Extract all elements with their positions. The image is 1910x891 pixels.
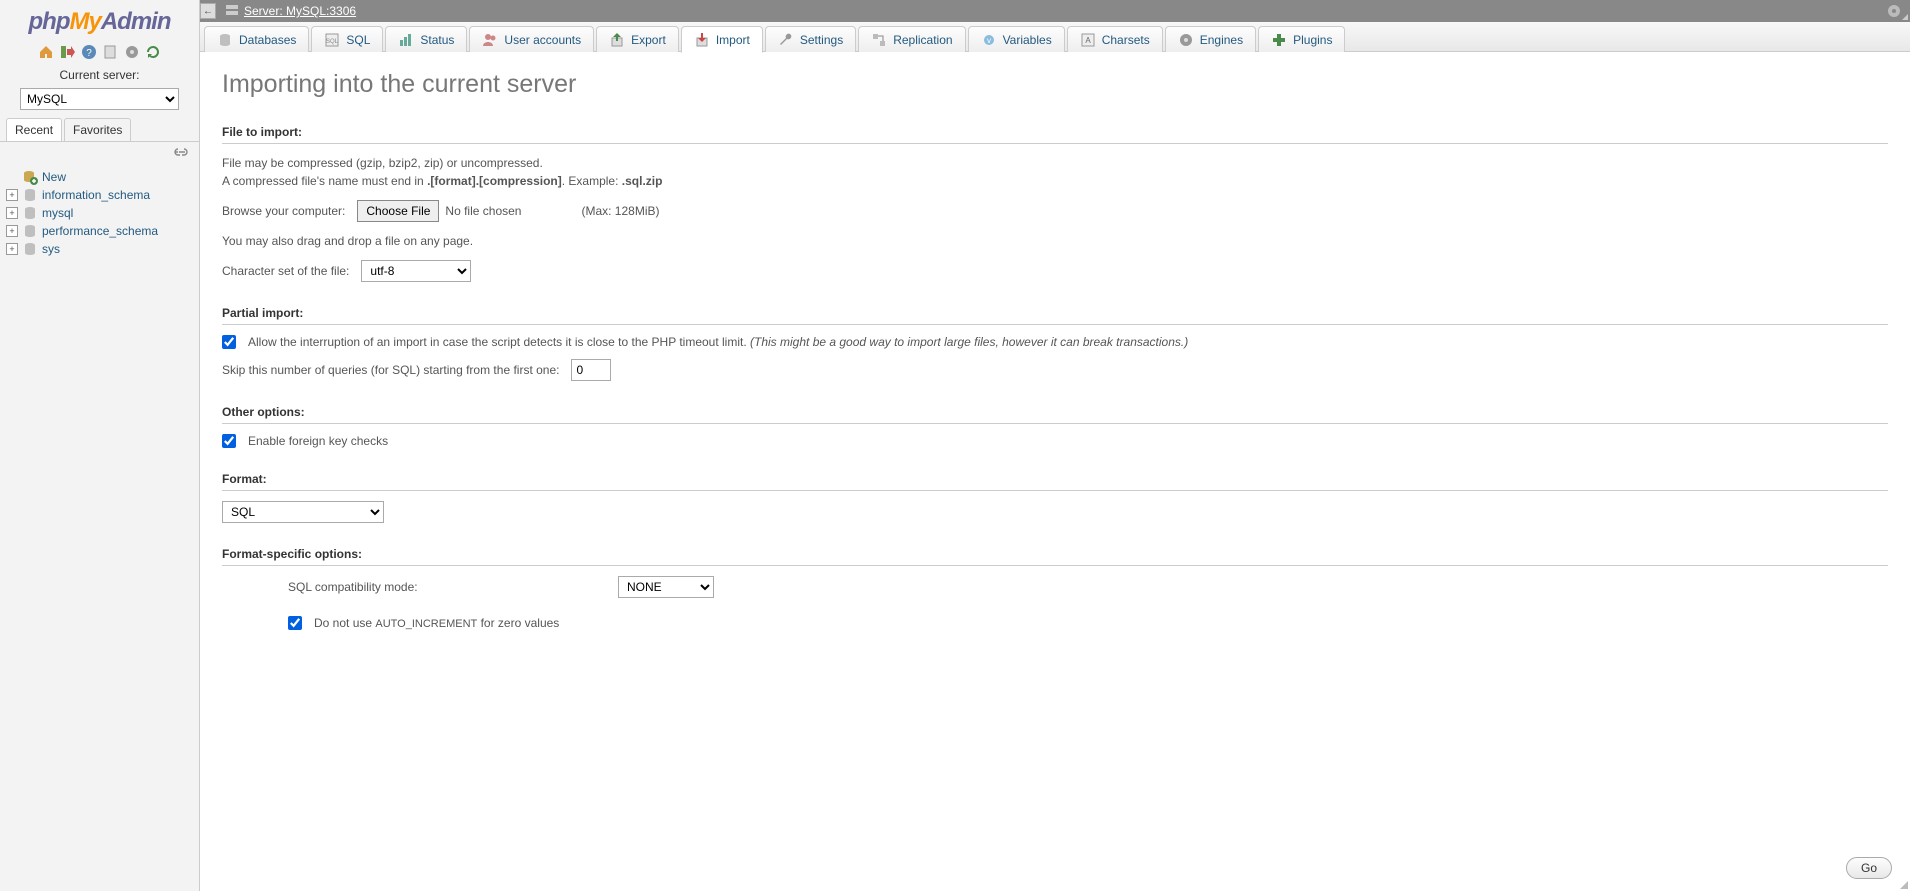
- fk-label: Enable foreign key checks: [248, 434, 388, 448]
- tab-recent[interactable]: Recent: [6, 118, 62, 141]
- page-title: Importing into the current server: [222, 70, 1888, 99]
- svg-text:v: v: [987, 36, 991, 45]
- export-icon: [609, 32, 625, 48]
- svg-text:A: A: [1085, 36, 1091, 45]
- tab-databases[interactable]: Databases: [204, 26, 309, 52]
- variables-icon: v: [981, 32, 997, 48]
- breadcrumb-server[interactable]: Server: MySQL:3306: [244, 4, 356, 18]
- tab-status[interactable]: Status: [385, 26, 467, 52]
- sql-icon: SQL: [324, 32, 340, 48]
- tab-plugins[interactable]: Plugins: [1258, 26, 1345, 52]
- section-other-options: Other options:: [222, 405, 1888, 424]
- logo: phpMyAdmin: [0, 0, 199, 40]
- database-icon: [22, 223, 38, 239]
- page-settings-icon[interactable]: [1886, 3, 1902, 22]
- section-partial-import: Partial import:: [222, 306, 1888, 325]
- section-file-to-import: File to import:: [222, 125, 1888, 144]
- main-tabs: Databases SQLSQL Status User accounts Ex…: [200, 22, 1910, 52]
- expand-icon[interactable]: +: [6, 243, 18, 255]
- new-db-icon: [22, 169, 38, 185]
- skip-queries-input[interactable]: [571, 359, 611, 381]
- breadcrumb-bar: Server: MySQL:3306: [200, 0, 1910, 22]
- tab-favorites[interactable]: Favorites: [64, 118, 131, 141]
- no-auto-increment-label: Do not use AUTO_INCREMENT for zero value…: [314, 616, 559, 630]
- docs-icon[interactable]: ?: [81, 44, 97, 60]
- corner-handle-icon[interactable]: [1902, 14, 1908, 20]
- no-file-label: No file chosen: [445, 204, 521, 218]
- charsets-icon: A: [1080, 32, 1096, 48]
- charset-select[interactable]: utf-8: [361, 260, 471, 282]
- format-select[interactable]: SQL: [222, 501, 384, 523]
- tab-charsets[interactable]: ACharsets: [1067, 26, 1163, 52]
- no-auto-increment-checkbox[interactable]: [288, 616, 302, 630]
- svg-text:SQL: SQL: [326, 39, 339, 45]
- tab-engines[interactable]: Engines: [1165, 26, 1256, 52]
- database-icon: [22, 241, 38, 257]
- engine-icon: [1178, 32, 1194, 48]
- main-content: Importing into the current server File t…: [200, 52, 1910, 891]
- section-format: Format:: [222, 472, 1888, 491]
- sql-docs-icon[interactable]: [102, 44, 118, 60]
- allow-interrupt-checkbox[interactable]: [222, 335, 236, 349]
- database-icon: [22, 187, 38, 203]
- tab-variables[interactable]: vVariables: [968, 26, 1065, 52]
- drag-hint: You may also drag and drop a file on any…: [222, 232, 1888, 250]
- skip-label: Skip this number of queries (for SQL) st…: [222, 363, 559, 377]
- tab-sql[interactable]: SQLSQL: [311, 26, 383, 52]
- reload-icon[interactable]: [145, 44, 161, 60]
- plugin-icon: [1271, 32, 1287, 48]
- svg-text:?: ?: [86, 48, 92, 59]
- database-tree: New + information_schema + mysql + perfo…: [0, 164, 199, 262]
- tab-user-accounts[interactable]: User accounts: [469, 26, 594, 52]
- nav-settings-icon[interactable]: [124, 44, 140, 60]
- database-icon: [217, 32, 233, 48]
- fk-checkbox[interactable]: [222, 434, 236, 448]
- collapse-panel-button[interactable]: ←: [200, 3, 216, 19]
- tree-db-mysql[interactable]: + mysql: [6, 204, 193, 222]
- home-icon[interactable]: [38, 44, 54, 60]
- tree-db-sys[interactable]: + sys: [6, 240, 193, 258]
- users-icon: [482, 32, 498, 48]
- status-icon: [398, 32, 414, 48]
- charset-label: Character set of the file:: [222, 264, 349, 278]
- database-icon: [22, 205, 38, 221]
- nav-tabs: Recent Favorites: [0, 118, 199, 142]
- wrench-icon: [778, 32, 794, 48]
- resize-handle-icon[interactable]: [1900, 881, 1908, 889]
- tab-import[interactable]: Import: [681, 26, 763, 53]
- tab-settings[interactable]: Settings: [765, 26, 856, 52]
- logout-icon[interactable]: [59, 44, 75, 60]
- max-size-label: (Max: 128MiB): [581, 204, 659, 218]
- expand-icon[interactable]: +: [6, 189, 18, 201]
- section-format-specific: Format-specific options:: [222, 547, 1888, 566]
- compat-label: SQL compatibility mode:: [288, 580, 618, 594]
- compat-select[interactable]: NONE: [618, 576, 714, 598]
- current-server-label: Current server:: [0, 64, 199, 88]
- nav-toolbar: ?: [0, 40, 199, 64]
- go-button[interactable]: Go: [1846, 857, 1892, 879]
- server-icon: [224, 2, 240, 21]
- tree-new[interactable]: New: [6, 168, 193, 186]
- server-select[interactable]: MySQL: [20, 88, 179, 110]
- tab-replication[interactable]: Replication: [858, 26, 965, 52]
- navigation-panel: phpMyAdmin ? Current server: MySQL Recen…: [0, 0, 200, 891]
- nav-link-icon[interactable]: [173, 146, 191, 156]
- browse-label: Browse your computer:: [222, 204, 345, 218]
- expand-icon[interactable]: +: [6, 225, 18, 237]
- replication-icon: [871, 32, 887, 48]
- choose-file-button[interactable]: Choose File: [357, 200, 439, 222]
- file-help-text: File may be compressed (gzip, bzip2, zip…: [222, 154, 1888, 190]
- tab-export[interactable]: Export: [596, 26, 679, 52]
- expand-icon[interactable]: +: [6, 207, 18, 219]
- import-icon: [694, 32, 710, 48]
- tree-db-performance_schema[interactable]: + performance_schema: [6, 222, 193, 240]
- tree-db-information_schema[interactable]: + information_schema: [6, 186, 193, 204]
